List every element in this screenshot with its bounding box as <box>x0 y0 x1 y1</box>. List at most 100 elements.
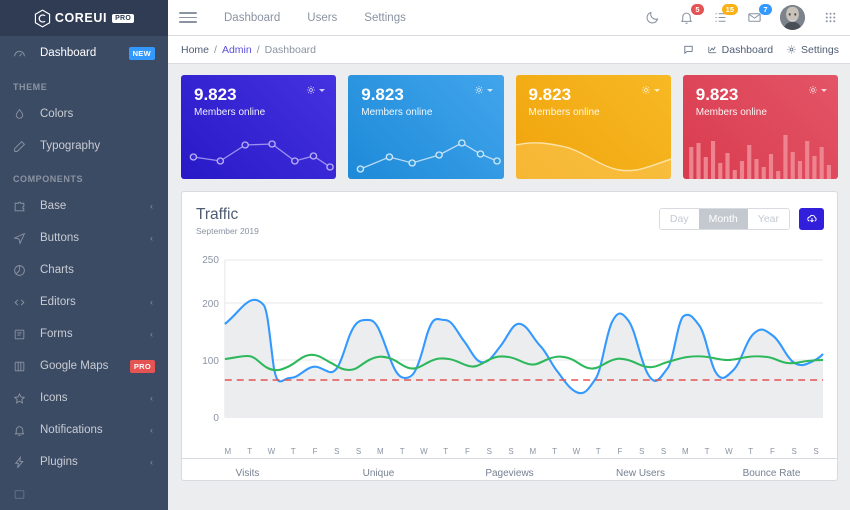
breadcrumb-item-admin[interactable]: Admin <box>222 44 252 56</box>
breadcrumb-action-dashboard[interactable]: Dashboard <box>707 44 773 56</box>
x-tick: S <box>783 447 805 456</box>
stat-card-members-online-4[interactable]: 9.823 Members online <box>683 75 838 179</box>
x-tick: T <box>587 447 609 456</box>
chevron-left-icon: ‹ <box>150 201 155 211</box>
chevron-left-icon: ‹ <box>150 233 155 243</box>
chevron-down-icon <box>487 89 493 92</box>
sidebar-item-google-maps[interactable]: Google Maps PRO <box>0 350 168 382</box>
x-tick: M <box>522 447 544 456</box>
traffic-actions: Day Month Year <box>659 206 824 230</box>
list-icon[interactable]: 15 <box>712 9 729 26</box>
gear-icon <box>641 85 651 95</box>
sidebar-item-partial[interactable] <box>0 478 168 510</box>
sidebar-item-dashboard[interactable]: Dashboard NEW <box>0 36 168 70</box>
sidebar-item-label: Buttons <box>32 232 150 244</box>
range-button-year[interactable]: Year <box>748 209 789 229</box>
sidebar-item-editors[interactable]: Editors ‹ <box>0 286 168 318</box>
x-tick: T <box>391 447 413 456</box>
sidebar-item-label: Editors <box>32 296 150 308</box>
sidebar-item-typography[interactable]: Typography <box>0 130 168 162</box>
sidebar: COREUI PRO Dashboard NEW THEME Colors <box>0 0 168 510</box>
chevron-down-icon <box>319 89 325 92</box>
stat-card-members-online-3[interactable]: 9.823 Members online <box>516 75 671 179</box>
stat-card-chart-area <box>516 123 671 179</box>
envelope-badge: 7 <box>759 4 772 15</box>
chart-pie-icon <box>13 264 32 277</box>
traffic-card: Traffic September 2019 Day Month Year <box>181 191 838 481</box>
stat-card-members-online-2[interactable]: 9.823 Members online <box>348 75 503 179</box>
content-area: 9.823 Members online <box>168 64 850 481</box>
app-root: COREUI PRO Dashboard NEW THEME Colors <box>0 0 850 510</box>
breadcrumb-separator: / <box>209 44 222 56</box>
sidebar-item-notifications[interactable]: Notifications ‹ <box>0 414 168 446</box>
bell-icon <box>13 424 32 437</box>
header-nav-dashboard[interactable]: Dashboard <box>224 12 280 24</box>
gear-icon <box>808 85 818 95</box>
y-tick-0: 0 <box>213 413 219 424</box>
list-badge: 15 <box>722 4 738 15</box>
sidebar-item-label: Typography <box>32 140 155 152</box>
brand-logo-area[interactable]: COREUI PRO <box>0 0 168 36</box>
footer-stat-visits: Visits <box>182 468 313 479</box>
chevron-down-icon <box>654 89 660 92</box>
range-button-month[interactable]: Month <box>699 209 748 229</box>
sidebar-item-forms[interactable]: Forms ‹ <box>0 318 168 350</box>
download-button[interactable] <box>799 208 824 230</box>
breadcrumb-action-label: Dashboard <box>722 44 773 56</box>
y-tick-200: 200 <box>202 299 219 310</box>
footer-stat-label: Visits <box>182 468 313 479</box>
pencil-icon <box>13 140 32 153</box>
breadcrumb-item-home[interactable]: Home <box>181 44 209 56</box>
stat-card-menu[interactable] <box>474 85 493 95</box>
brand-name: COREUI <box>55 11 107 25</box>
x-tick: F <box>304 447 326 456</box>
chevron-left-icon: ‹ <box>150 393 155 403</box>
stat-card-chart-line-dots <box>348 123 503 179</box>
sidebar-badge-new: NEW <box>129 47 155 60</box>
speedometer-icon <box>13 47 32 60</box>
x-tick: M <box>674 447 696 456</box>
header-nav-settings[interactable]: Settings <box>364 12 406 24</box>
stat-card-menu[interactable] <box>306 85 325 95</box>
stat-card-label: Members online <box>683 105 838 118</box>
bolt-icon <box>13 456 32 469</box>
x-tick: F <box>457 447 479 456</box>
stat-card-label: Members online <box>181 105 336 118</box>
puzzle-icon <box>13 200 32 213</box>
sidebar-item-label: Base <box>32 200 150 212</box>
hamburger-icon[interactable] <box>177 10 199 25</box>
stat-card-members-online-1[interactable]: 9.823 Members online <box>181 75 336 179</box>
breadcrumb-action-settings[interactable]: Settings <box>786 44 839 56</box>
sidebar-badge-pro: PRO <box>130 360 155 373</box>
sidebar-item-icons[interactable]: Icons ‹ <box>0 382 168 414</box>
brand-pro-badge: PRO <box>112 14 134 23</box>
breadcrumb-separator: / <box>252 44 265 56</box>
avatar[interactable] <box>780 5 805 30</box>
stat-card-menu[interactable] <box>808 85 827 95</box>
header-nav-users[interactable]: Users <box>307 12 337 24</box>
sidebar-item-base[interactable]: Base ‹ <box>0 190 168 222</box>
breadcrumb-action-label: Settings <box>801 44 839 56</box>
envelope-icon[interactable]: 7 <box>746 9 763 26</box>
footer-stat-pageviews: Pageviews <box>444 468 575 479</box>
breadcrumb-actions: Dashboard Settings <box>683 44 839 56</box>
bell-icon[interactable]: 5 <box>678 9 695 26</box>
sidebar-item-plugins[interactable]: Plugins ‹ <box>0 446 168 478</box>
sidebar-item-buttons[interactable]: Buttons ‹ <box>0 222 168 254</box>
blue-series-fill <box>225 300 823 417</box>
traffic-subtitle: September 2019 <box>196 224 259 236</box>
book-icon <box>13 360 32 373</box>
chevron-left-icon: ‹ <box>150 297 155 307</box>
window-icon <box>13 488 32 501</box>
stat-card-menu[interactable] <box>641 85 660 95</box>
x-tick: F <box>762 447 784 456</box>
apps-grid-icon[interactable] <box>822 9 839 26</box>
speech-bubble-icon[interactable] <box>683 44 694 55</box>
x-tick: T <box>435 447 457 456</box>
moon-icon[interactable] <box>644 9 661 26</box>
sidebar-item-charts[interactable]: Charts <box>0 254 168 286</box>
traffic-chart: 250 200 100 0 <box>190 246 827 446</box>
range-button-day[interactable]: Day <box>660 209 699 229</box>
sidebar-item-colors[interactable]: Colors <box>0 98 168 130</box>
chevron-left-icon: ‹ <box>150 329 155 339</box>
